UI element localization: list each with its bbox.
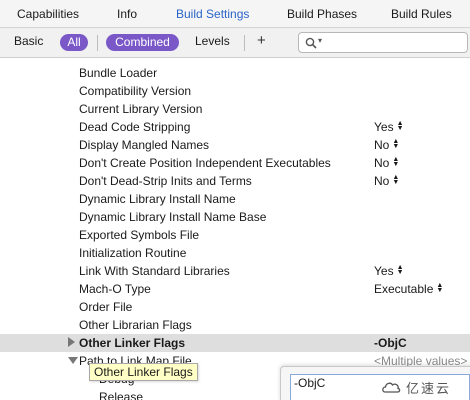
setting-name: Other Linker Flags	[79, 336, 186, 350]
setting-name: Mach-O Type	[79, 282, 151, 296]
setting-name: Current Library Version	[79, 102, 203, 116]
levels-view-button[interactable]: Levels	[195, 34, 230, 48]
setting-row[interactable]: Dynamic Library Install Name Base	[0, 208, 470, 226]
setting-value-text: -ObjC	[374, 336, 407, 350]
add-setting-button[interactable]: +	[257, 32, 266, 49]
setting-row[interactable]: Other Linker Flags -ObjC	[0, 334, 470, 352]
setting-row[interactable]: Link With Standard Libraries Yes ▲ ▼	[0, 262, 470, 280]
setting-name: Link With Standard Libraries	[79, 264, 230, 278]
disclosure-collapsed-icon[interactable]	[68, 337, 75, 347]
setting-name-tooltip: Other Linker Flags	[89, 363, 198, 381]
setting-value[interactable]: -ObjC	[374, 336, 407, 350]
setting-name: Initialization Routine	[79, 246, 187, 260]
settings-filter-bar: Basic All Combined Levels + ▾	[0, 28, 470, 58]
popup-arrows-icon: ▲ ▼	[392, 138, 400, 150]
filter-divider	[97, 35, 98, 51]
setting-value-text: No	[374, 138, 390, 152]
setting-name: Order File	[79, 300, 133, 314]
setting-row[interactable]: Bundle Loader	[0, 64, 470, 82]
popup-arrows-icon: ▲ ▼	[392, 174, 400, 186]
search-icon	[305, 37, 317, 49]
flags-editor-line[interactable]: -ObjC	[294, 376, 325, 390]
setting-value-text: Executable	[374, 282, 434, 296]
setting-value-text: Yes	[374, 120, 394, 134]
setting-name: Exported Symbols File	[79, 228, 200, 242]
popup-arrows-icon: ▲ ▼	[392, 156, 400, 168]
setting-name: Don't Create Position Independent Execut…	[79, 156, 331, 170]
disclosure-expanded-icon[interactable]	[68, 357, 78, 364]
popup-arrows-icon: ▲ ▼	[396, 120, 404, 132]
setting-value-popup[interactable]: Executable ▲ ▼	[374, 282, 443, 296]
setting-value-text: No	[374, 156, 390, 170]
setting-value-text: No	[374, 174, 390, 188]
search-options-chevron-icon[interactable]: ▾	[318, 36, 322, 45]
setting-value-popup[interactable]: Yes ▲ ▼	[374, 120, 404, 134]
setting-row[interactable]: Exported Symbols File	[0, 226, 470, 244]
setting-name: Don't Dead-Strip Inits and Terms	[79, 174, 252, 188]
cloud-logo-icon	[382, 382, 401, 393]
setting-name: Bundle Loader	[79, 66, 158, 80]
settings-search-field[interactable]: ▾	[298, 32, 468, 53]
setting-row[interactable]: Order File	[0, 298, 470, 316]
setting-row[interactable]: Other Librarian Flags	[0, 316, 470, 334]
tab-build-phases[interactable]: Build Phases	[287, 7, 357, 21]
build-settings-list: Bundle Loader Compatibility Version Curren…	[0, 58, 470, 400]
clipped-row-remnant	[79, 58, 169, 62]
combined-view-button[interactable]: Combined	[106, 34, 179, 51]
setting-name: Other Librarian Flags	[79, 318, 192, 332]
setting-row[interactable]: Dynamic Library Install Name	[0, 190, 470, 208]
setting-value-popup[interactable]: Yes ▲ ▼	[374, 264, 404, 278]
setting-name: Dynamic Library Install Name Base	[79, 210, 267, 224]
setting-value-popup[interactable]: No ▲ ▼	[374, 174, 399, 188]
all-filter-button[interactable]: All	[60, 34, 88, 51]
setting-name: Display Mangled Names	[79, 138, 210, 152]
setting-row[interactable]: Don't Dead-Strip Inits and Terms No ▲ ▼	[0, 172, 470, 190]
setting-name: Dynamic Library Install Name	[79, 192, 236, 206]
setting-value-popup[interactable]: No ▲ ▼	[374, 156, 399, 170]
setting-name: Compatibility Version	[79, 84, 192, 98]
watermark-text: 亿速云	[406, 381, 452, 396]
setting-row[interactable]: Don't Create Position Independent Execut…	[0, 154, 470, 172]
setting-row[interactable]: Current Library Version	[0, 100, 470, 118]
setting-row[interactable]: Compatibility Version	[0, 82, 470, 100]
tab-build-rules[interactable]: Build Rules	[391, 7, 452, 21]
popup-arrows-icon: ▲ ▼	[396, 264, 404, 276]
tab-capabilities[interactable]: Capabilities	[17, 7, 79, 21]
filter-divider	[244, 35, 245, 51]
editor-tab-bar: Capabilities Info Build Settings Build P…	[0, 0, 470, 28]
setting-row[interactable]: Mach-O Type Executable ▲ ▼	[0, 280, 470, 298]
setting-row[interactable]: Initialization Routine	[0, 244, 470, 262]
setting-value-popup[interactable]: No ▲ ▼	[374, 138, 399, 152]
setting-value-text: Yes	[374, 264, 394, 278]
setting-name: Dead Code Stripping	[79, 120, 191, 134]
search-input[interactable]	[329, 35, 461, 50]
tab-build-settings[interactable]: Build Settings	[176, 7, 249, 21]
popup-arrows-icon: ▲ ▼	[436, 282, 444, 294]
setting-name: Release	[99, 390, 144, 400]
basic-filter-button[interactable]: Basic	[14, 34, 43, 48]
setting-row[interactable]: Dead Code Stripping Yes ▲ ▼	[0, 118, 470, 136]
setting-row[interactable]: Display Mangled Names No ▲ ▼	[0, 136, 470, 154]
tab-info[interactable]: Info	[117, 7, 137, 21]
